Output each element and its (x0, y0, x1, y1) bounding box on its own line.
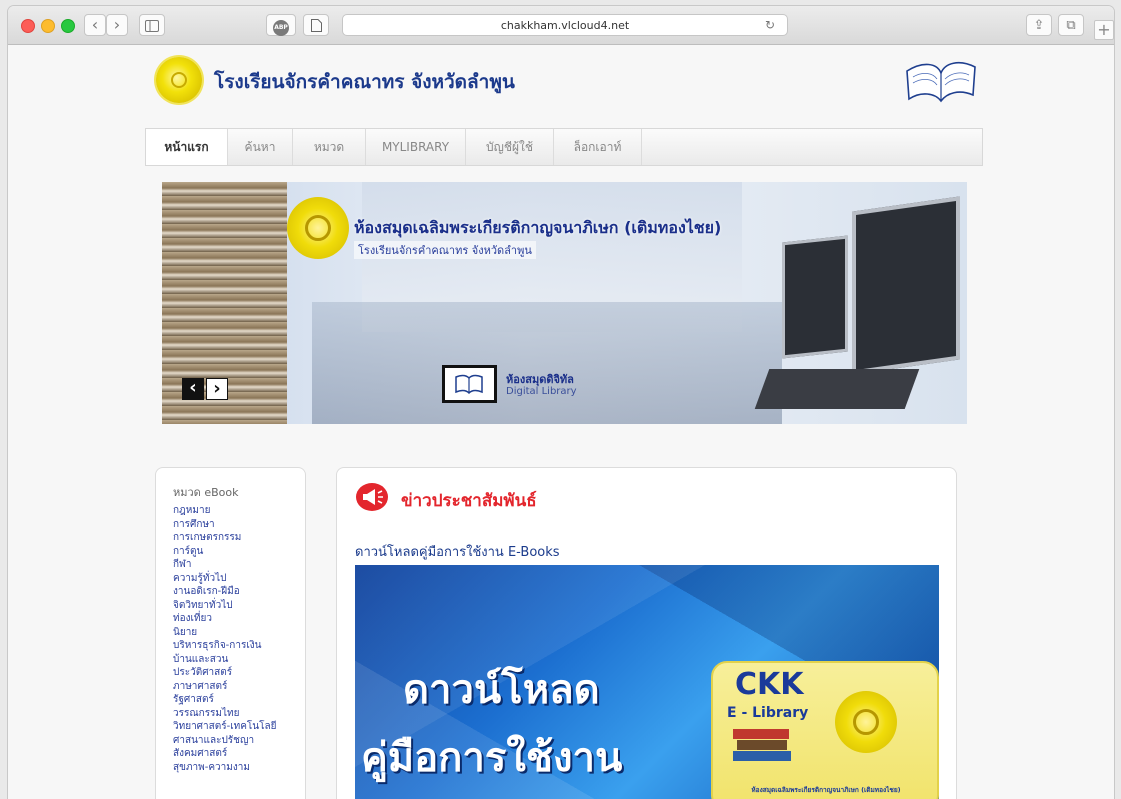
sidebar-toggle-button[interactable] (139, 14, 165, 36)
hero-slider: ห้องสมุดเฉลิมพระเกียรติกาญจนาภิเษก (เติม… (162, 182, 967, 424)
badge-books-icon (733, 729, 793, 769)
category-link[interactable]: กีฬา (173, 558, 277, 572)
category-link[interactable]: สุขภาพ-ความงาม (173, 761, 277, 775)
forward-button[interactable]: › (106, 14, 128, 36)
banner-headline: ห้องสมุดเฉลิมพระเกียรติกาญจนาภิเษก (เติม… (354, 218, 722, 237)
category-link[interactable]: สังคมศาสตร์ (173, 747, 277, 761)
digital-library-box (442, 365, 497, 403)
category-link[interactable]: ภาษาศาสตร์ (173, 680, 277, 694)
address-bar[interactable]: chakkham.vlcloud4.net ↻ (342, 14, 788, 36)
image-headline-line2: คู่มือการใช้งาน (361, 735, 623, 781)
megaphone-icon (356, 483, 388, 511)
url-text: chakkham.vlcloud4.net (500, 19, 630, 32)
close-window-button[interactable] (21, 19, 35, 33)
browser-toolbar: ‹ › ABP chakkham.vlcloud4.net ↻ ⇪ ⧉ + (8, 6, 1114, 45)
image-headline-line1: ดาวน์โหลด (403, 667, 600, 713)
web-page: โรงเรียนจักรคำคณาทร จังหวัดลำพูน หน้าแรก… (8, 45, 1114, 799)
category-link[interactable]: กฎหมาย (173, 504, 277, 518)
main-nav: หน้าแรก ค้นหา หมวด MYLIBRARY บัญชีผู้ใช้… (145, 128, 983, 166)
badge-caption: ห้องสมุดเฉลิมพระเกียรติกาญจนาภิเษก (เติม… (751, 786, 901, 794)
share-button[interactable]: ⇪ (1026, 14, 1052, 36)
badge-logo (835, 691, 897, 753)
category-link[interactable]: วรรณกรรมไทย (173, 707, 277, 721)
site-title[interactable]: โรงเรียนจักรคำคณาทร จังหวัดลำพูน (214, 67, 515, 97)
category-link[interactable]: รัฐศาสตร์ (173, 693, 277, 707)
badge-ckk-text: CKK (735, 667, 804, 702)
category-link[interactable]: วิทยาศาสตร์-เทคโนโลยี (173, 720, 277, 734)
news-panel: ข่าวประชาสัมพันธ์ ดาวน์โหลดคู่มือการใช้ง… (336, 467, 957, 799)
nav-account[interactable]: บัญชีผู้ใช้ (466, 129, 554, 165)
category-link[interactable]: ความรู้ทั่วไป (173, 572, 277, 586)
news-heading: ข่าวประชาสัมพันธ์ (401, 491, 537, 511)
nav-logout[interactable]: ล็อกเอาท์ (554, 129, 642, 165)
nav-mylibrary[interactable]: MYLIBRARY (366, 129, 466, 165)
show-tabs-button[interactable]: ⧉ (1058, 14, 1084, 36)
banner-logo (287, 197, 349, 259)
category-link[interactable]: จิตวิทยาทั่วไป (173, 599, 277, 613)
category-sidebar: หมวด eBook กฎหมาย การศึกษา การเกษตรกรรม … (155, 467, 306, 799)
minimize-window-button[interactable] (41, 19, 55, 33)
category-list: กฎหมาย การศึกษา การเกษตรกรรม การ์ตูน กีฬ… (173, 504, 277, 774)
back-button[interactable]: ‹ (84, 14, 106, 36)
nav-home[interactable]: หน้าแรก (146, 129, 228, 165)
slider-prev-button[interactable]: ‹ (182, 378, 204, 400)
sidebar-title: หมวด eBook (173, 486, 239, 499)
digital-library-sublabel: Digital Library (506, 386, 577, 397)
category-link[interactable]: ศาสนาและปรัชญา (173, 734, 277, 748)
category-link[interactable]: ประวัติศาสตร์ (173, 666, 277, 680)
category-link[interactable]: บ้านและสวน (173, 653, 277, 667)
news-post-image[interactable]: ดาวน์โหลด คู่มือการใช้งาน CKK E - Librar… (355, 565, 939, 799)
school-logo[interactable] (156, 57, 202, 103)
nav-categories[interactable]: หมวด (293, 129, 366, 165)
open-book-icon (906, 61, 976, 103)
category-link[interactable]: งานอดิเรก-ฝีมือ (173, 585, 277, 599)
slider-next-button[interactable]: › (206, 378, 228, 400)
sidebar-icon (145, 20, 159, 32)
banner-computers-image (722, 194, 967, 424)
book-icon (455, 374, 483, 394)
adblock-button[interactable]: ABP (266, 14, 296, 36)
reader-button[interactable] (303, 14, 329, 36)
category-link[interactable]: นิยาย (173, 626, 277, 640)
category-link[interactable]: ท่องเที่ยว (173, 612, 277, 626)
document-icon (310, 19, 322, 32)
category-link[interactable]: การ์ตูน (173, 545, 277, 559)
logo-emblem-icon (171, 72, 187, 88)
category-link[interactable]: บริหารธุรกิจ-การเงิน (173, 639, 277, 653)
browser-window: ‹ › ABP chakkham.vlcloud4.net ↻ ⇪ ⧉ + โร… (8, 6, 1114, 799)
zoom-window-button[interactable] (61, 19, 75, 33)
banner-subheadline: โรงเรียนจักรคำคณาทร จังหวัดลำพูน (354, 241, 536, 259)
category-link[interactable]: การศึกษา (173, 518, 277, 532)
new-tab-button[interactable]: + (1094, 20, 1114, 40)
news-post-title[interactable]: ดาวน์โหลดคู่มือการใช้งาน E-Books (355, 541, 560, 562)
badge-elibrary-text: E - Library (727, 705, 809, 721)
category-link[interactable]: การเกษตรกรรม (173, 531, 277, 545)
banner-crowd (312, 302, 782, 424)
adblock-icon: ABP (273, 20, 289, 36)
ckk-badge: CKK E - Library ห้องสมุดเฉลิมพระเกียรติก… (711, 661, 939, 799)
reload-icon[interactable]: ↻ (765, 15, 775, 36)
nav-search[interactable]: ค้นหา (228, 129, 293, 165)
